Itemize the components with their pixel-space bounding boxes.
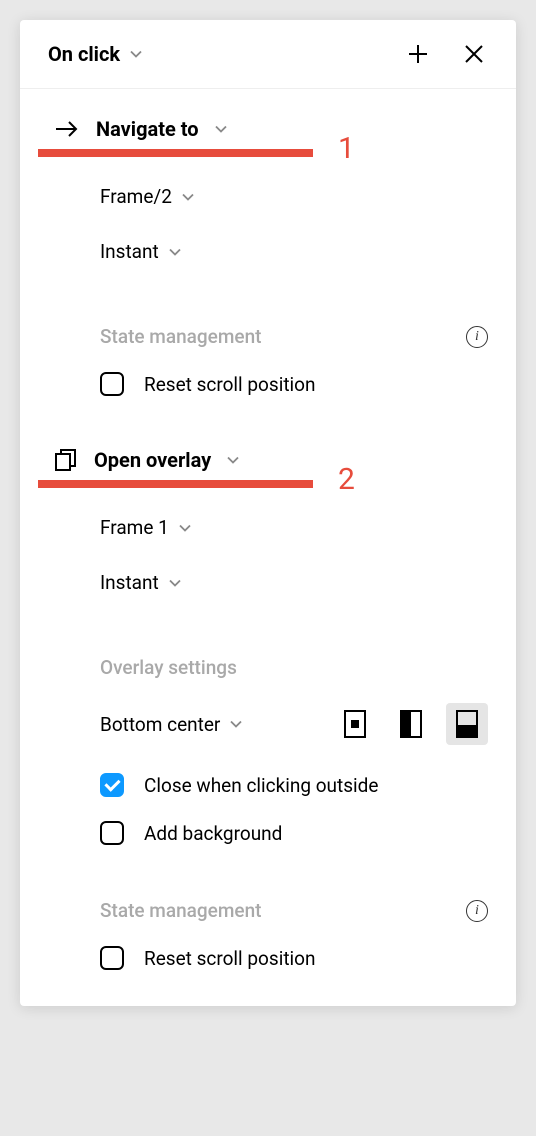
action-type-label: Navigate to (96, 117, 199, 141)
position-dropdown[interactable]: Bottom center (100, 713, 242, 736)
close-icon (463, 43, 485, 65)
state-management-label: State management (100, 899, 262, 922)
animation-label: Instant (100, 240, 159, 263)
position-label: Bottom center (100, 713, 220, 736)
position-center-icon[interactable] (334, 703, 376, 745)
annotation-number: 2 (338, 462, 355, 497)
action-navigate-section: Navigate to 1 Frame/2 Instant State mana… (20, 89, 516, 396)
animation-label: Instant (100, 571, 159, 594)
chevron-down-icon (130, 50, 142, 58)
close-outside-checkbox[interactable] (100, 773, 124, 797)
overlay-settings-label: Overlay settings (100, 656, 237, 679)
action-type-dropdown[interactable]: Open overlay (48, 448, 488, 472)
info-icon[interactable]: i (466, 900, 488, 922)
state-management-label: State management (100, 325, 262, 348)
state-management-row: State management i (100, 899, 488, 922)
close-button[interactable] (460, 40, 488, 68)
chevron-down-icon (230, 720, 242, 728)
destination-label: Frame 1 (100, 516, 169, 539)
chevron-down-icon (169, 579, 181, 587)
chevron-down-icon (179, 524, 191, 532)
destination-dropdown[interactable]: Frame/2 (100, 185, 488, 208)
animation-dropdown[interactable]: Instant (100, 571, 488, 594)
annotation-marker: 2 (48, 480, 488, 488)
destination-label: Frame/2 (100, 185, 172, 208)
chevron-down-icon (215, 125, 227, 133)
trigger-label: On click (48, 42, 120, 66)
overlay-position-row: Bottom center (100, 703, 488, 745)
chevron-down-icon (182, 193, 194, 201)
add-background-checkbox-row[interactable]: Add background (100, 821, 488, 845)
annotation-marker: 1 (48, 149, 488, 157)
overlay-settings-row: Overlay settings (100, 656, 488, 679)
close-outside-label: Close when clicking outside (144, 774, 378, 797)
annotation-underline (38, 480, 313, 488)
action-overlay-section: Open overlay 2 Frame 1 Instant Overlay s… (20, 420, 516, 970)
trigger-dropdown[interactable]: On click (48, 42, 142, 66)
reset-scroll-checkbox[interactable] (100, 372, 124, 396)
header-actions (404, 40, 488, 68)
chevron-down-icon (227, 456, 239, 464)
chevron-down-icon (169, 248, 181, 256)
interaction-panel: On click Navigate to 1 Frame/2 (20, 20, 516, 1006)
reset-scroll-checkbox[interactable] (100, 946, 124, 970)
position-left-icon[interactable] (390, 703, 432, 745)
panel-header: On click (20, 20, 516, 89)
action-type-label: Open overlay (94, 448, 211, 472)
reset-scroll-label: Reset scroll position (144, 373, 315, 396)
add-action-button[interactable] (404, 40, 432, 68)
arrow-right-icon (54, 120, 80, 138)
add-background-label: Add background (144, 822, 282, 845)
position-bottom-icon[interactable] (446, 703, 488, 745)
info-icon[interactable]: i (466, 326, 488, 348)
reset-scroll-checkbox-row[interactable]: Reset scroll position (100, 372, 488, 396)
reset-scroll-label: Reset scroll position (144, 947, 315, 970)
position-icons-group (334, 703, 488, 745)
add-background-checkbox[interactable] (100, 821, 124, 845)
reset-scroll-checkbox-row[interactable]: Reset scroll position (100, 946, 488, 970)
destination-dropdown[interactable]: Frame 1 (100, 516, 488, 539)
animation-dropdown[interactable]: Instant (100, 240, 488, 263)
annotation-underline (38, 149, 313, 157)
state-management-row: State management i (100, 325, 488, 348)
close-outside-checkbox-row[interactable]: Close when clicking outside (100, 773, 488, 797)
plus-icon (406, 42, 430, 66)
annotation-number: 1 (338, 131, 355, 166)
action-type-dropdown[interactable]: Navigate to (48, 117, 488, 141)
overlay-icon (54, 448, 78, 472)
